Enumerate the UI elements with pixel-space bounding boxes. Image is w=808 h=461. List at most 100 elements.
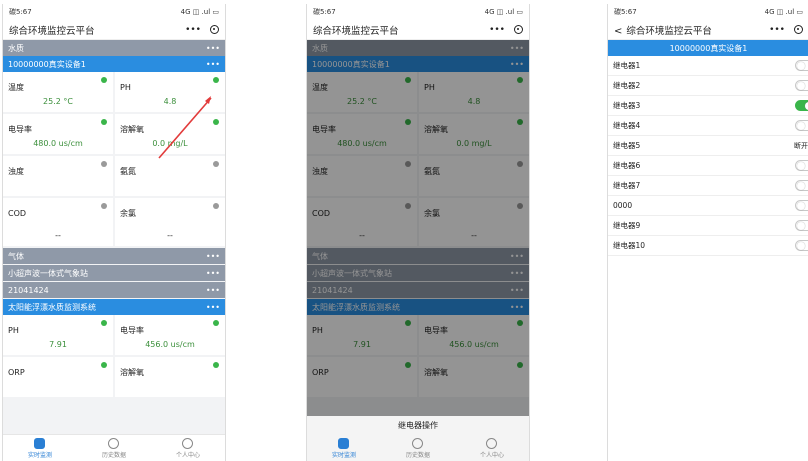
app-title: 综合环境监控云平台 bbox=[626, 25, 712, 37]
phone-screen-action-sheet: 碳5:67 4G ◫ .ul ▭ 综合环境监控云平台 ••• 水质 ••• 10… bbox=[306, 4, 530, 461]
sheet-title[interactable]: 继电器操作 bbox=[307, 416, 529, 431]
status-bar: 碳5:67 4G ◫ .ul ▭ bbox=[608, 4, 808, 20]
section-more-icon[interactable]: ••• bbox=[206, 252, 220, 261]
relay-action-sheet: 继电器操作 实时监测 历史数据 个人中心 bbox=[307, 416, 529, 461]
close-target-icon[interactable] bbox=[210, 25, 219, 34]
tab-label: 历史数据 bbox=[405, 451, 430, 459]
device-header-2[interactable]: 小超声波一体式气象站 ••• bbox=[3, 265, 225, 281]
status-time: 碳5:67 bbox=[614, 8, 637, 16]
sensor-card[interactable]: 余氯 -- bbox=[115, 198, 225, 246]
relay-row: 继电器10 bbox=[608, 236, 808, 256]
sensor-card[interactable]: 电导率 480.0 us/cm bbox=[3, 114, 113, 154]
status-dot-icon bbox=[101, 77, 107, 83]
history-icon bbox=[108, 437, 120, 449]
sensor-card[interactable]: 氨氮 bbox=[115, 156, 225, 196]
close-target-icon[interactable] bbox=[794, 25, 803, 34]
relay-row: 继电器2 bbox=[608, 76, 808, 96]
status-time: 碳5:67 bbox=[9, 8, 32, 16]
status-icons: 4G ◫ .ul ▭ bbox=[180, 8, 219, 16]
cube-icon bbox=[338, 437, 350, 449]
sensor-card[interactable]: 温度 25.2 °C bbox=[3, 72, 113, 112]
sensor-grid-2: PH 7.91 电导率 456.0 us/cm ORP 溶解氧 bbox=[3, 315, 225, 397]
section-gas-label: 气体 bbox=[8, 251, 24, 261]
tab-label: 实时监测 bbox=[27, 451, 52, 459]
tab-history[interactable]: 历史数据 bbox=[405, 437, 430, 459]
nav-bar: 综合环境监控云平台 ••• bbox=[3, 20, 225, 40]
device-more-icon[interactable]: ••• bbox=[206, 60, 220, 69]
device-more-icon[interactable]: ••• bbox=[206, 303, 220, 312]
sensor-card[interactable]: PH 7.91 bbox=[3, 315, 113, 355]
sensor-value: 7.91 bbox=[49, 340, 67, 349]
app-title: 综合环境监控云平台 bbox=[9, 25, 95, 37]
phone-screen-relays: 碳5:67 4G ◫ .ul ▭ < 综合环境监控云平台 ••• 10000000… bbox=[607, 4, 808, 461]
sensor-label: 浊度 bbox=[8, 167, 24, 176]
bottom-tab-bar: 实时监测 历史数据 个人中心 bbox=[307, 435, 529, 461]
section-gas[interactable]: 气体 ••• bbox=[3, 248, 225, 264]
relay-toggle[interactable] bbox=[795, 240, 808, 251]
sensor-value: 456.0 us/cm bbox=[145, 340, 195, 349]
tab-profile[interactable]: 个人中心 bbox=[480, 437, 504, 459]
user-icon bbox=[486, 437, 498, 449]
status-dot-icon bbox=[101, 119, 107, 125]
bottom-tab-bar: 实时监测 历史数据 个人中心 bbox=[3, 434, 225, 461]
relay-toggle[interactable] bbox=[795, 220, 808, 231]
relay-toggle[interactable] bbox=[795, 80, 808, 91]
relay-toggle[interactable] bbox=[795, 120, 808, 131]
relay-row: 继电器1 bbox=[608, 56, 808, 76]
relay-row: 继电器6 bbox=[608, 156, 808, 176]
phone-screen-monitor: 碳5:67 4G ◫ .ul ▭ 综合环境监控云平台 ••• 水质 ••• 10… bbox=[2, 4, 226, 461]
sensor-value: -- bbox=[55, 231, 61, 240]
relay-toggle[interactable] bbox=[795, 200, 808, 211]
sensor-card[interactable]: ORP bbox=[3, 357, 113, 397]
tab-realtime[interactable]: 实时监测 bbox=[27, 437, 52, 459]
status-dot-icon bbox=[101, 203, 107, 209]
relay-name: 继电器9 bbox=[613, 221, 641, 230]
section-more-icon[interactable]: ••• bbox=[206, 44, 220, 53]
device-header-4[interactable]: 太阳能浮漂水质监测系统 ••• bbox=[3, 299, 225, 315]
status-dot-icon bbox=[213, 203, 219, 209]
tab-realtime[interactable]: 实时监测 bbox=[332, 437, 356, 459]
tab-profile[interactable]: 个人中心 bbox=[176, 437, 200, 459]
more-menu-icon[interactable]: ••• bbox=[489, 25, 505, 35]
relay-row: 继电器3 bbox=[608, 96, 808, 116]
more-menu-icon[interactable]: ••• bbox=[185, 25, 201, 35]
tab-history[interactable]: 历史数据 bbox=[102, 437, 126, 459]
relay-toggle[interactable] bbox=[795, 160, 808, 171]
sensor-card[interactable]: 浊度 bbox=[3, 156, 113, 196]
modal-overlay[interactable] bbox=[307, 40, 529, 461]
relay-toggle[interactable] bbox=[795, 180, 808, 191]
relay-toggle[interactable] bbox=[795, 60, 808, 71]
status-dot-icon bbox=[213, 362, 219, 368]
relay-list: 继电器1 继电器2 继电器3 继电器4 继电器5 断开 继电器6 继电器7 0000 继电器9 继电… bbox=[608, 56, 808, 256]
device-name: 10000000真实设备1 bbox=[8, 59, 86, 69]
device-name: 小超声波一体式气象站 bbox=[8, 268, 88, 278]
relay-name: 继电器1 bbox=[613, 61, 641, 70]
device-header-1[interactable]: 10000000真实设备1 ••• bbox=[3, 56, 225, 72]
history-icon bbox=[412, 437, 424, 449]
sensor-label: 溶解氧 bbox=[120, 125, 144, 134]
sensor-card[interactable]: 溶解氧 bbox=[115, 357, 225, 397]
device-name: 太阳能浮漂水质监测系统 bbox=[8, 302, 96, 312]
back-icon[interactable]: < bbox=[614, 26, 622, 37]
sensor-card[interactable]: COD -- bbox=[3, 198, 113, 246]
more-menu-icon[interactable]: ••• bbox=[769, 25, 785, 35]
relay-toggle[interactable] bbox=[795, 100, 808, 111]
sensor-card[interactable]: 电导率 456.0 us/cm bbox=[115, 315, 225, 355]
relay-row: 继电器4 bbox=[608, 116, 808, 136]
relay-state-text[interactable]: 断开 bbox=[794, 141, 808, 151]
sensor-label: 余氯 bbox=[120, 209, 136, 218]
relay-name: 继电器2 bbox=[613, 81, 641, 90]
status-bar: 碳5:67 4G ◫ .ul ▭ bbox=[307, 4, 529, 20]
sensor-label: PH bbox=[120, 83, 131, 92]
close-target-icon[interactable] bbox=[514, 25, 523, 34]
device-header-3[interactable]: 21041424 ••• bbox=[3, 282, 225, 298]
device-more-icon[interactable]: ••• bbox=[206, 286, 220, 295]
relay-name: 0000 bbox=[613, 201, 633, 210]
relay-name: 继电器4 bbox=[613, 121, 641, 130]
relay-name: 继电器10 bbox=[613, 241, 646, 250]
sensor-label: PH bbox=[8, 326, 19, 335]
section-water[interactable]: 水质 ••• bbox=[3, 40, 225, 56]
device-more-icon[interactable]: ••• bbox=[206, 269, 220, 278]
relay-name: 继电器6 bbox=[613, 161, 641, 170]
relay-name: 继电器7 bbox=[613, 181, 641, 190]
